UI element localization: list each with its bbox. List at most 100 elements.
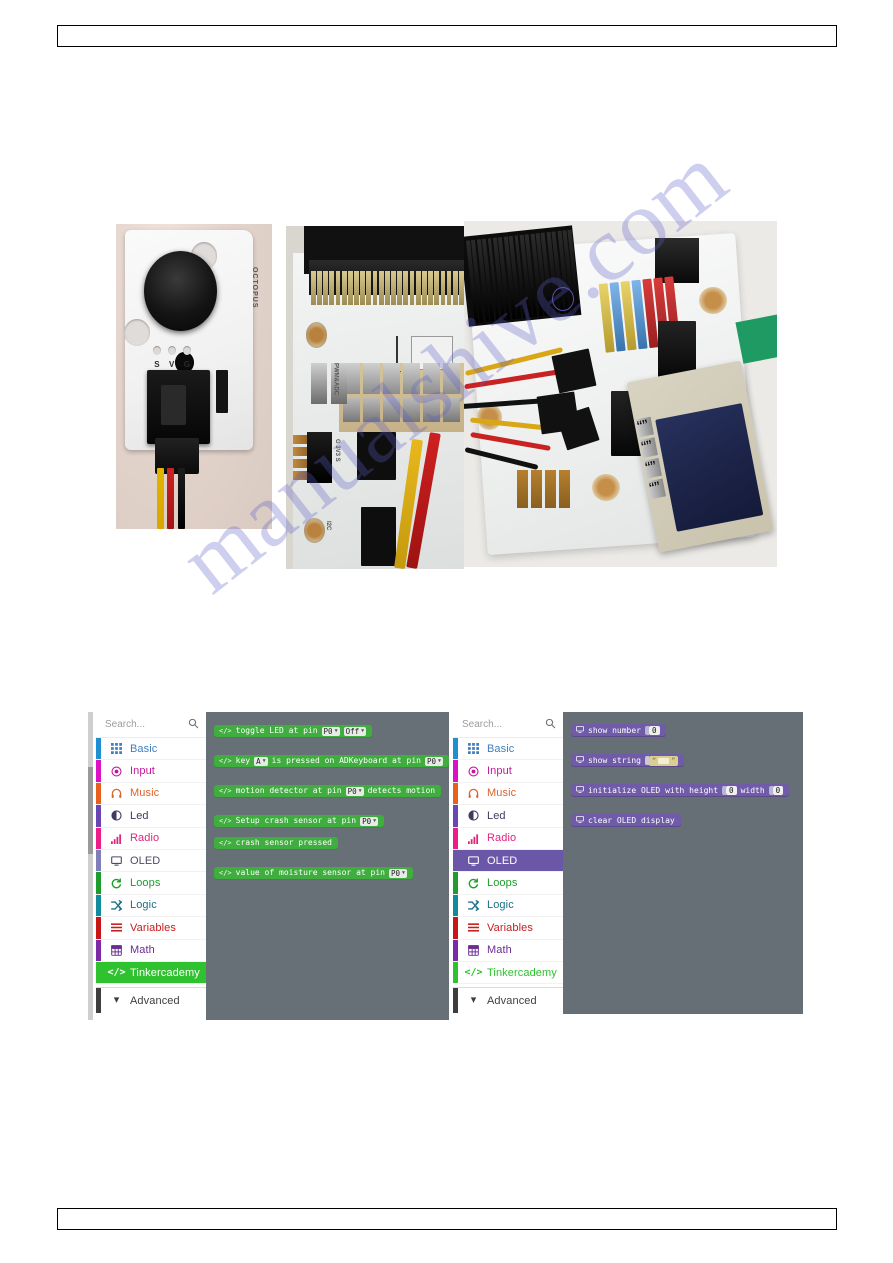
- pin-dropdown[interactable]: P0 ▼: [345, 786, 364, 796]
- grid-icon: [110, 742, 123, 755]
- sidebar-item-led[interactable]: Led: [96, 805, 206, 828]
- target-icon: [467, 765, 480, 778]
- sidebar-item-logic[interactable]: Logic: [96, 894, 206, 918]
- pin-dropdown[interactable]: P0 ▼: [388, 868, 408, 878]
- block-toggle-led[interactable]: </> toggle LED at pin P0 ▼ Off ▼: [214, 724, 373, 738]
- code-icon: </>: [219, 839, 232, 847]
- sidebar-item-math[interactable]: Math: [96, 939, 206, 962]
- sidebar-item-label: Led: [487, 809, 506, 822]
- number-value[interactable]: 0: [648, 726, 660, 736]
- sidebar-item-loops[interactable]: Loops: [453, 872, 563, 895]
- width-slot[interactable]: 0: [768, 786, 784, 796]
- scrollbar-thumb[interactable]: [88, 767, 93, 854]
- makecode-toolbox-left[interactable]: Search... Basic Input Music Led Radio OLED Loo…: [88, 712, 449, 1020]
- block-show-number[interactable]: show number 0: [571, 724, 666, 738]
- block-label: toggle LED at pin: [235, 726, 318, 736]
- sidebar-item-label: Radio: [487, 832, 517, 845]
- sidebar-item-tinkercademy[interactable]: </> Tinkercademy: [453, 961, 563, 985]
- pin-dropdown[interactable]: P0 ▼: [424, 756, 443, 766]
- key-dropdown[interactable]: A ▼: [254, 756, 268, 766]
- pin-dropdown[interactable]: P0 ▼: [321, 726, 340, 736]
- block-clear-oled-display[interactable]: clear OLED display: [571, 814, 681, 828]
- block-motion-detector[interactable]: </> motion detector at pin P0 ▼ detects …: [214, 784, 442, 798]
- search-input-left[interactable]: Search...: [105, 719, 188, 730]
- sidebar-item-basic[interactable]: Basic: [453, 738, 563, 761]
- sidebar-item-logic[interactable]: Logic: [453, 894, 563, 918]
- toolbox-sidebar-left[interactable]: Search... Basic Input Music Led Radio OLED Loo…: [96, 712, 206, 1020]
- category-color-bar: [453, 849, 458, 872]
- sidebar-item-loops[interactable]: Loops: [96, 872, 206, 895]
- block-show-string[interactable]: show string “ ”: [571, 754, 685, 768]
- sidebar-item-led[interactable]: Led: [453, 805, 563, 828]
- category-color-bar: [96, 894, 101, 917]
- search-box-left[interactable]: Search...: [96, 712, 206, 738]
- sidebar-item-advanced-right[interactable]: ▾ Advanced: [453, 987, 563, 1014]
- close-quote-icon: ”: [671, 756, 676, 765]
- block-crash-sensor-pressed[interactable]: </> crash sensor pressed: [214, 836, 338, 850]
- sidebar-item-radio[interactable]: Radio: [96, 827, 206, 850]
- width-value[interactable]: 0: [772, 786, 784, 796]
- sidebar-item-oled[interactable]: OLED: [96, 849, 206, 873]
- chevron-down-icon: ▼: [402, 869, 406, 876]
- category-color-bar: [453, 917, 458, 939]
- sidebar-item-input[interactable]: Input: [96, 760, 206, 783]
- headphone-icon: [110, 787, 123, 800]
- height-slot[interactable]: 0: [722, 786, 737, 796]
- block-moisture-sensor-value[interactable]: </> value of moisture sensor at pin P0 ▼: [214, 866, 414, 880]
- block-row: </> motion detector at pin P0 ▼ detects …: [206, 780, 449, 798]
- string-value[interactable]: [658, 757, 670, 764]
- sidebar-item-music[interactable]: Music: [453, 782, 563, 806]
- sidebar-item-tinkercademy[interactable]: </> Tinkercademy: [96, 961, 206, 985]
- monitor-icon: [576, 786, 584, 796]
- sidebar-item-label: Input: [487, 765, 512, 778]
- calc-icon: [110, 944, 123, 957]
- category-list-left[interactable]: Basic Input Music Led Radio OLED Loops Logic Var…: [96, 738, 206, 985]
- pin-dropdown[interactable]: P0 ▼: [360, 816, 379, 826]
- sidebar-item-label: Advanced: [487, 994, 537, 1007]
- sidebar-item-label: Music: [487, 787, 517, 800]
- block-label: value of moisture sensor at pin: [235, 868, 385, 878]
- sidebar-item-input[interactable]: Input: [453, 760, 563, 783]
- height-value[interactable]: 0: [726, 786, 737, 796]
- sidebar-item-label: Loops: [487, 877, 518, 890]
- category-color-bar: [96, 805, 101, 827]
- sidebar-item-radio[interactable]: Radio: [453, 827, 563, 850]
- blocks-flyout-left[interactable]: </> toggle LED at pin P0 ▼ Off ▼ </> key: [206, 712, 449, 1020]
- block-adkeyboard-key[interactable]: </> key A ▼ is pressed on ADKeyboard at …: [214, 754, 449, 768]
- page-scrollbar[interactable]: [88, 712, 93, 1020]
- block-label: motion detector at pin: [235, 786, 342, 796]
- sidebar-item-math[interactable]: Math: [453, 939, 563, 962]
- category-list-right[interactable]: Basic Input Music Led Radio OLED Loops Logic Var…: [453, 738, 563, 985]
- calc-icon: [467, 944, 480, 957]
- sidebar-item-variables[interactable]: Variables: [96, 917, 206, 940]
- sidebar-item-label: Variables: [130, 921, 176, 934]
- search-icon[interactable]: [188, 718, 199, 732]
- string-slot[interactable]: “ ”: [644, 755, 679, 766]
- header-bar: [57, 25, 837, 47]
- category-color-bar: [453, 894, 458, 917]
- sidebar-item-label: Loops: [130, 877, 161, 890]
- blocks-flyout-right[interactable]: show number 0 show string “ ” initialize…: [563, 712, 803, 1014]
- sidebar-item-advanced-left[interactable]: ▾ Advanced: [96, 987, 206, 1014]
- search-box-right[interactable]: Search...: [453, 712, 563, 738]
- sidebar-item-label: Advanced: [130, 994, 180, 1007]
- sidebar-item-oled[interactable]: OLED: [453, 849, 563, 873]
- toolbox-sidebar-right[interactable]: Search... Basic Input Music Led Radio OLED Loo…: [453, 712, 563, 1014]
- sidebar-item-label: Tinkercademy: [487, 966, 557, 979]
- signal-icon: [110, 832, 123, 845]
- search-input-right[interactable]: Search...: [462, 719, 545, 730]
- open-quote-icon: “: [651, 756, 657, 765]
- makecode-toolbox-right[interactable]: Search... Basic Input Music Led Radio OLED Loo…: [453, 712, 803, 1014]
- block-initialize-oled[interactable]: initialize OLED with height 0 width 0: [571, 784, 790, 798]
- sidebar-item-label: Logic: [487, 899, 514, 912]
- search-icon[interactable]: [545, 718, 556, 732]
- sidebar-item-basic[interactable]: Basic: [96, 738, 206, 761]
- sidebar-item-variables[interactable]: Variables: [453, 917, 563, 940]
- state-dropdown[interactable]: Off ▼: [343, 726, 367, 736]
- string-field[interactable]: “ ”: [648, 755, 679, 766]
- block-setup-crash-sensor[interactable]: </> Setup crash sensor at pin P0 ▼: [214, 814, 385, 828]
- signal-icon: [467, 832, 480, 845]
- sidebar-item-music[interactable]: Music: [96, 782, 206, 806]
- number-slot[interactable]: 0: [644, 726, 660, 736]
- block-label-mid: width: [740, 785, 765, 795]
